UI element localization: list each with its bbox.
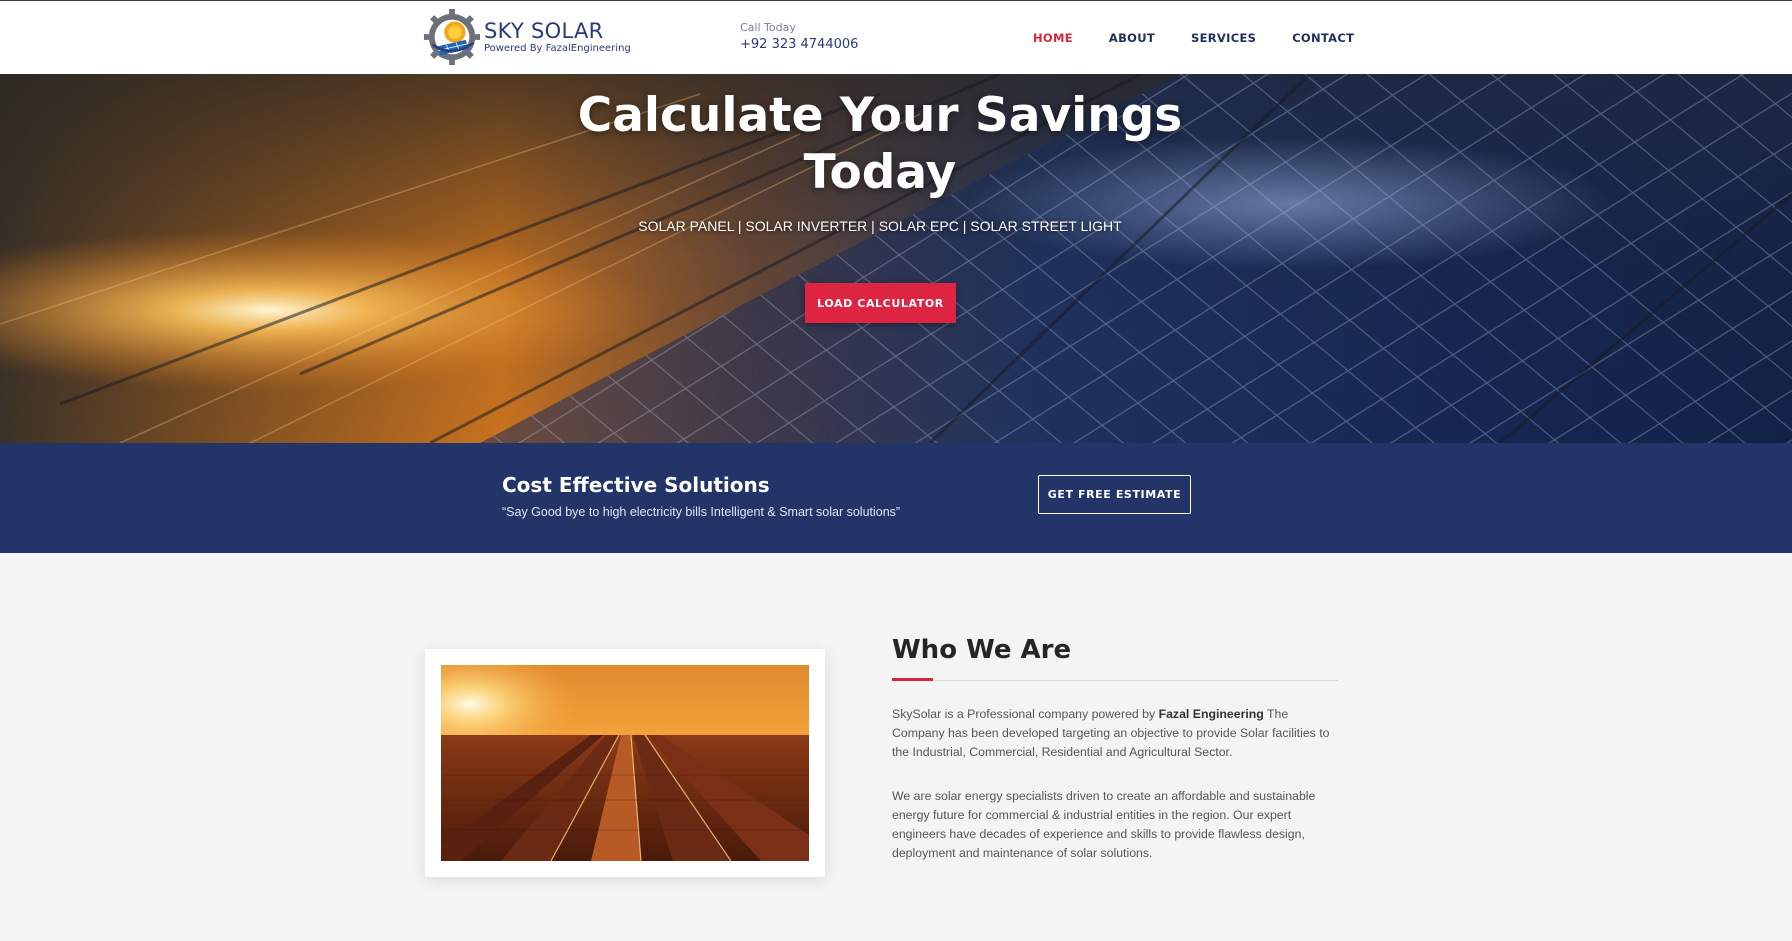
hero-title: Calculate Your Savings Today: [0, 87, 1760, 201]
hero-title-line1: Calculate Your Savings: [577, 88, 1183, 143]
main-nav: HOME ABOUT SERVICES CONTACT: [1015, 1, 1372, 75]
nav-about[interactable]: ABOUT: [1091, 31, 1173, 45]
logo-subtitle: Powered By FazalEngineering: [484, 42, 631, 54]
band-title: Cost Effective Solutions: [502, 473, 770, 497]
about-p1-company: Fazal Engineering: [1158, 707, 1264, 721]
call-today-block: Call Today +92 323 4744006: [740, 21, 858, 52]
load-calculator-button[interactable]: LOAD CALCULATOR: [805, 283, 956, 323]
about-image-frame: [425, 649, 825, 877]
logo-title: SKY SOLAR: [484, 18, 604, 43]
site-logo[interactable]: SKY SOLAR Powered By FazalEngineering: [423, 4, 663, 70]
about-paragraph-1: SkySolar is a Professional company power…: [892, 705, 1337, 762]
hero-subtitle: SOLAR PANEL | SOLAR INVERTER | SOLAR EPC…: [638, 218, 1122, 234]
hero-section: Calculate Your Savings Today SOLAR PANEL…: [0, 74, 1792, 443]
band-tagline: “Say Good bye to high electricity bills …: [502, 505, 901, 519]
logo-text: SKY SOLAR Powered By FazalEngineering: [484, 18, 631, 54]
nav-services[interactable]: SERVICES: [1173, 31, 1274, 45]
cta-band: Cost Effective Solutions “Say Good bye t…: [0, 443, 1792, 553]
sky-solar-logo-icon: [423, 8, 481, 66]
nav-contact[interactable]: CONTACT: [1274, 31, 1372, 45]
get-free-estimate-button[interactable]: GET FREE ESTIMATE: [1038, 475, 1191, 514]
who-we-are-heading: Who We Are: [892, 635, 1072, 665]
about-p1-start: SkySolar is a Professional company power…: [892, 707, 1159, 721]
nav-home[interactable]: HOME: [1015, 31, 1091, 45]
about-paragraph-2: We are solar energy specialists driven t…: [892, 789, 1316, 860]
phone-link[interactable]: +92 323 4744006: [740, 37, 858, 52]
call-label: Call Today: [740, 21, 796, 34]
heading-accent-bar: [892, 678, 933, 681]
hero-title-line2: Today: [803, 145, 957, 200]
heading-divider: [892, 680, 1338, 681]
site-header: SKY SOLAR Powered By FazalEngineering Ca…: [0, 0, 1792, 74]
solar-field-sunset-image: [441, 665, 809, 861]
